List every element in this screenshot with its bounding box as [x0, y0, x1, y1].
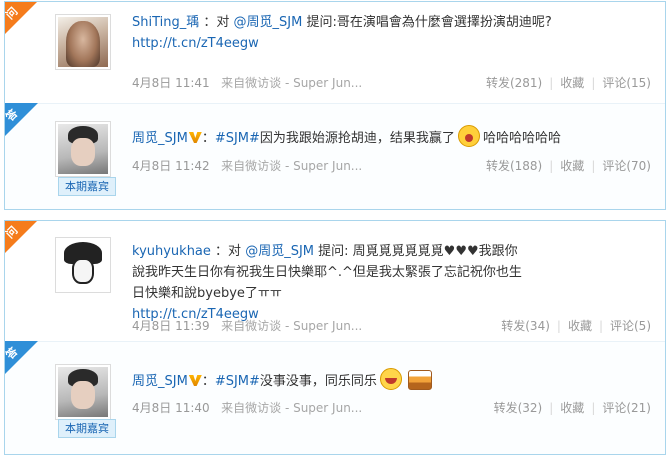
laughing-face-icon	[379, 368, 402, 390]
repost-button[interactable]: 转发(34)	[501, 319, 550, 333]
avatar[interactable]	[55, 364, 111, 420]
collect-button[interactable]: 收藏	[560, 159, 584, 173]
collect-button[interactable]: 收藏	[560, 401, 584, 415]
colon-text: ：	[201, 131, 215, 146]
repost-button[interactable]: 转发(281)	[486, 76, 542, 90]
mention-link[interactable]: @周觅_SJM	[234, 15, 303, 30]
answer-text: 因为我跟始源抢胡迪，结果我赢了	[259, 131, 455, 146]
collect-button[interactable]: 收藏	[568, 319, 592, 333]
avatar[interactable]	[55, 237, 111, 293]
source-link[interactable]: 来自微访谈 - Super Jun...	[221, 319, 362, 333]
comment-button[interactable]: 评论(70)	[602, 159, 651, 173]
guest-avatar-image[interactable]	[58, 124, 108, 174]
question-corner-tag: 问	[5, 2, 38, 35]
user-avatar-image[interactable]	[58, 17, 108, 67]
prefix-text: ：对	[215, 244, 242, 259]
comment-button[interactable]: 评论(21)	[602, 401, 651, 415]
short-url-link[interactable]: http://t.cn/zT4eegw	[132, 36, 259, 51]
timestamp-link[interactable]: 4月8日 11:41	[132, 76, 210, 90]
qa-card-1: 问 ShiTing_瑀 ：对 @周觅_SJM 提问:哥在演唱會為什麼會選擇扮演胡…	[4, 1, 666, 210]
avatar[interactable]	[55, 121, 111, 177]
verified-v-icon	[188, 132, 202, 143]
source-link[interactable]: 来自微访谈 - Super Jun...	[221, 159, 362, 173]
verified-v-icon	[188, 375, 202, 386]
source-link[interactable]: 来自微访谈 - Super Jun...	[221, 401, 362, 415]
answer-corner-tag: 答	[5, 103, 38, 137]
answer-content: 周觅_SJM ：#SJM#没事没事，同乐同乐	[132, 368, 651, 392]
guest-avatar-image[interactable]	[58, 367, 108, 417]
username-link[interactable]: kyuhyukhae	[132, 244, 211, 259]
shocked-face-icon	[457, 125, 480, 147]
answer-corner-tag: 答	[5, 341, 38, 375]
mention-link[interactable]: @周觅_SJM	[245, 244, 314, 259]
username-link[interactable]: 周觅_SJM	[132, 131, 188, 146]
answer-block: 答 本期嘉宾 周觅_SJM ：#SJM#没事没事，同乐同乐 4月8日 11:40 …	[5, 341, 665, 454]
source-link[interactable]: 来自微访谈 - Super Jun...	[221, 76, 362, 90]
question-block: 问 ShiTing_瑀 ：对 @周觅_SJM 提问:哥在演唱會為什麼會選擇扮演胡…	[5, 2, 665, 103]
comment-button[interactable]: 评论(15)	[602, 76, 651, 90]
question-text: 提问:哥在演唱會為什麼會選擇扮演胡迪呢?	[306, 15, 552, 30]
topic-link[interactable]: #SJM#	[215, 131, 260, 146]
comment-button[interactable]: 评论(5)	[610, 319, 651, 333]
colon-text: ：	[201, 374, 215, 389]
answer-text: 没事没事，同乐同乐	[259, 374, 377, 389]
question-corner-tag: 问	[5, 221, 38, 254]
timestamp-link[interactable]: 4月8日 11:39	[132, 319, 210, 333]
timestamp-link[interactable]: 4月8日 11:40	[132, 401, 210, 415]
avatar[interactable]	[55, 14, 111, 70]
user-avatar-image[interactable]	[58, 240, 108, 290]
answer-text-after: 哈哈哈哈哈哈	[482, 131, 561, 146]
question-content: kyuhyukhae ：对 @周觅_SJM 提问: 周覓覓覓覓覓覓♥♥♥我跟你說…	[132, 241, 522, 325]
answer-block: 答 本期嘉宾 周觅_SJM ：#SJM#因为我跟始源抢胡迪，结果我赢了 哈哈哈哈哈哈…	[5, 103, 665, 209]
timestamp-link[interactable]: 4月8日 11:42	[132, 159, 210, 173]
username-link[interactable]: 周觅_SJM	[132, 374, 188, 389]
question-content: ShiTing_瑀 ：对 @周觅_SJM 提问:哥在演唱會為什麼會選擇扮演胡迪呢…	[132, 12, 651, 54]
cake-icon	[407, 370, 432, 390]
qa-card-2: 问 kyuhyukhae ：对 @周觅_SJM 提问: 周覓覓覓覓覓覓♥♥♥我跟…	[4, 220, 666, 455]
guest-badge: 本期嘉宾	[58, 177, 116, 196]
guest-badge: 本期嘉宾	[58, 419, 116, 438]
post-meta: 4月8日 11:39 来自微访谈 - Super Jun... 转发(34) | 收…	[132, 319, 651, 333]
repost-button[interactable]: 转发(188)	[486, 159, 542, 173]
post-meta: 4月8日 11:41 来自微访谈 - Super Jun... 转发(281) |…	[132, 76, 651, 90]
collect-button[interactable]: 收藏	[560, 76, 584, 90]
repost-button[interactable]: 转发(32)	[494, 401, 543, 415]
post-meta: 4月8日 11:40 来自微访谈 - Super Jun... 转发(32) | 收…	[132, 401, 651, 415]
answer-content: 周觅_SJM ：#SJM#因为我跟始源抢胡迪，结果我赢了 哈哈哈哈哈哈	[132, 125, 651, 149]
username-link[interactable]: ShiTing_瑀	[132, 15, 199, 30]
post-meta: 4月8日 11:42 来自微访谈 - Super Jun... 转发(188) |…	[132, 159, 651, 173]
topic-link[interactable]: #SJM#	[215, 374, 260, 389]
question-block: 问 kyuhyukhae ：对 @周觅_SJM 提问: 周覓覓覓覓覓覓♥♥♥我跟…	[5, 221, 665, 341]
prefix-text: ：对	[203, 15, 230, 30]
